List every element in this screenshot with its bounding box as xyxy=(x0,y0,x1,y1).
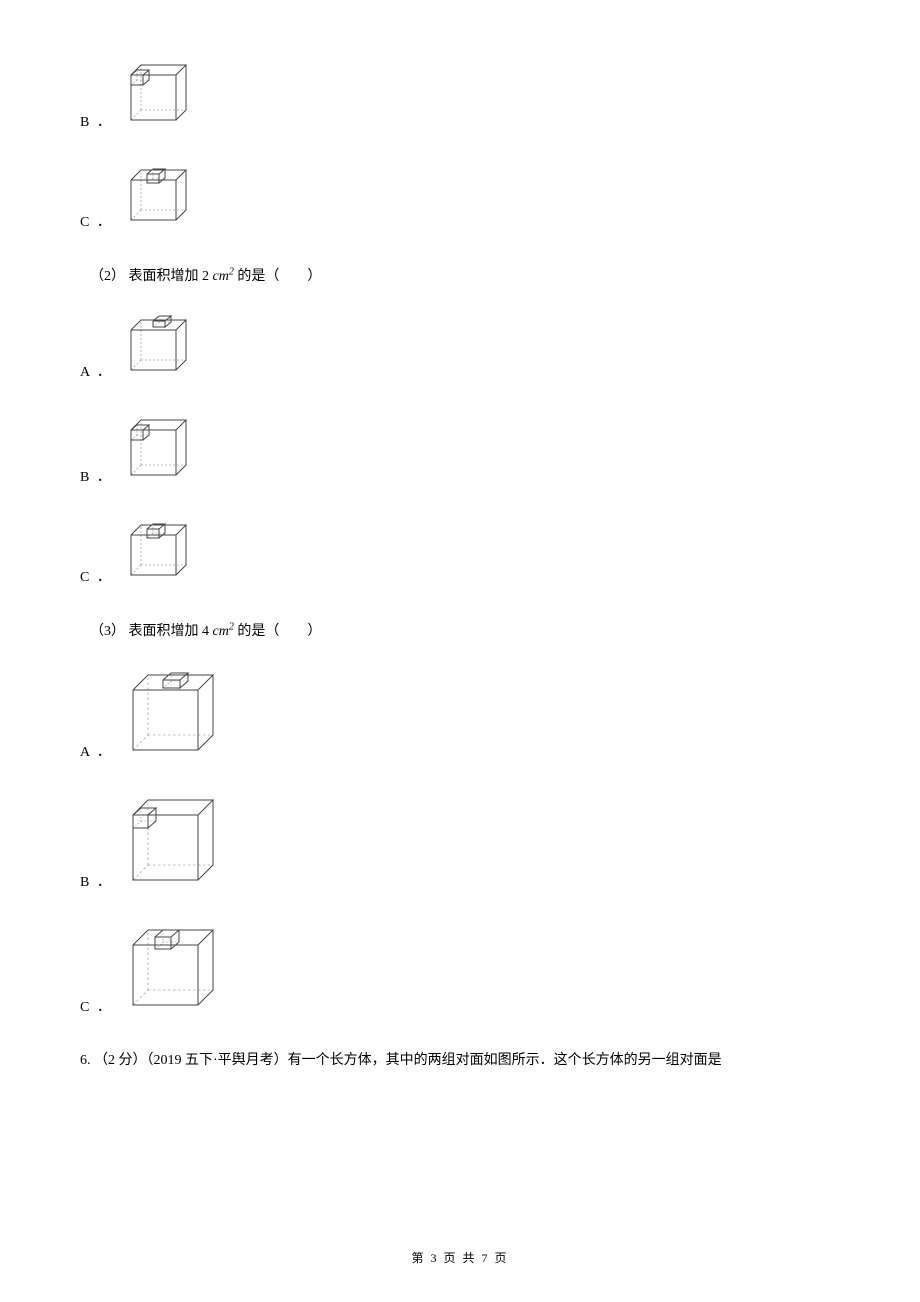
cube-diagram-q2-a xyxy=(123,315,193,385)
q3-suffix: 的是（ ） xyxy=(234,624,322,639)
q2-option-c-label: C ． xyxy=(80,566,113,586)
question-6: 6. （2 分）（2019 五下·平舆月考）有一个长方体，其中的两组对面如图所示… xyxy=(80,1050,840,1072)
q3-option-b-label: B ． xyxy=(80,871,113,891)
q2-option-a-label: A ． xyxy=(80,361,113,381)
option-row: C ． xyxy=(80,925,840,1020)
q3-unit-base: cm xyxy=(213,624,229,639)
option-b-label: B ． xyxy=(80,111,113,131)
cube-diagram-q2-c xyxy=(123,520,193,590)
q3-option-c-label: C ． xyxy=(80,996,113,1016)
option-row: B ． xyxy=(80,795,840,895)
q2-suffix: 的是（ ） xyxy=(234,269,322,284)
q2-prefix: （2） 表面积增加 2 xyxy=(90,269,213,284)
page-footer: 第 3 页 共 7 页 xyxy=(0,1249,920,1266)
question-2: （2） 表面积增加 2 cm2 的是（ ） xyxy=(90,265,840,285)
footer-text: 第 3 页 共 7 页 xyxy=(411,1251,508,1265)
option-row: B ． xyxy=(80,415,840,490)
cube-diagram-q3-b xyxy=(123,795,223,895)
cube-diagram-q3-c xyxy=(123,925,223,1020)
option-row: A ． xyxy=(80,670,840,765)
cube-diagram-q2-b xyxy=(123,415,193,490)
q2-unit-base: cm xyxy=(213,269,229,284)
option-row: C ． xyxy=(80,520,840,590)
q6-text: 6. （2 分）（2019 五下·平舆月考）有一个长方体，其中的两组对面如图所示… xyxy=(80,1053,722,1068)
question-3: （3） 表面积增加 4 cm2 的是（ ） xyxy=(90,620,840,640)
option-row: B ． xyxy=(80,60,840,135)
cube-diagram-c-top xyxy=(123,165,193,235)
page-content: B ． xyxy=(0,0,920,1122)
option-row: C ． xyxy=(80,165,840,235)
option-row: A ． xyxy=(80,315,840,385)
cube-diagram-b-top xyxy=(123,60,193,135)
q3-prefix: （3） 表面积增加 4 xyxy=(90,624,213,639)
q2-option-b-label: B ． xyxy=(80,466,113,486)
q3-option-a-label: A ． xyxy=(80,741,113,761)
option-c-label: C ． xyxy=(80,211,113,231)
cube-diagram-q3-a xyxy=(123,670,223,765)
